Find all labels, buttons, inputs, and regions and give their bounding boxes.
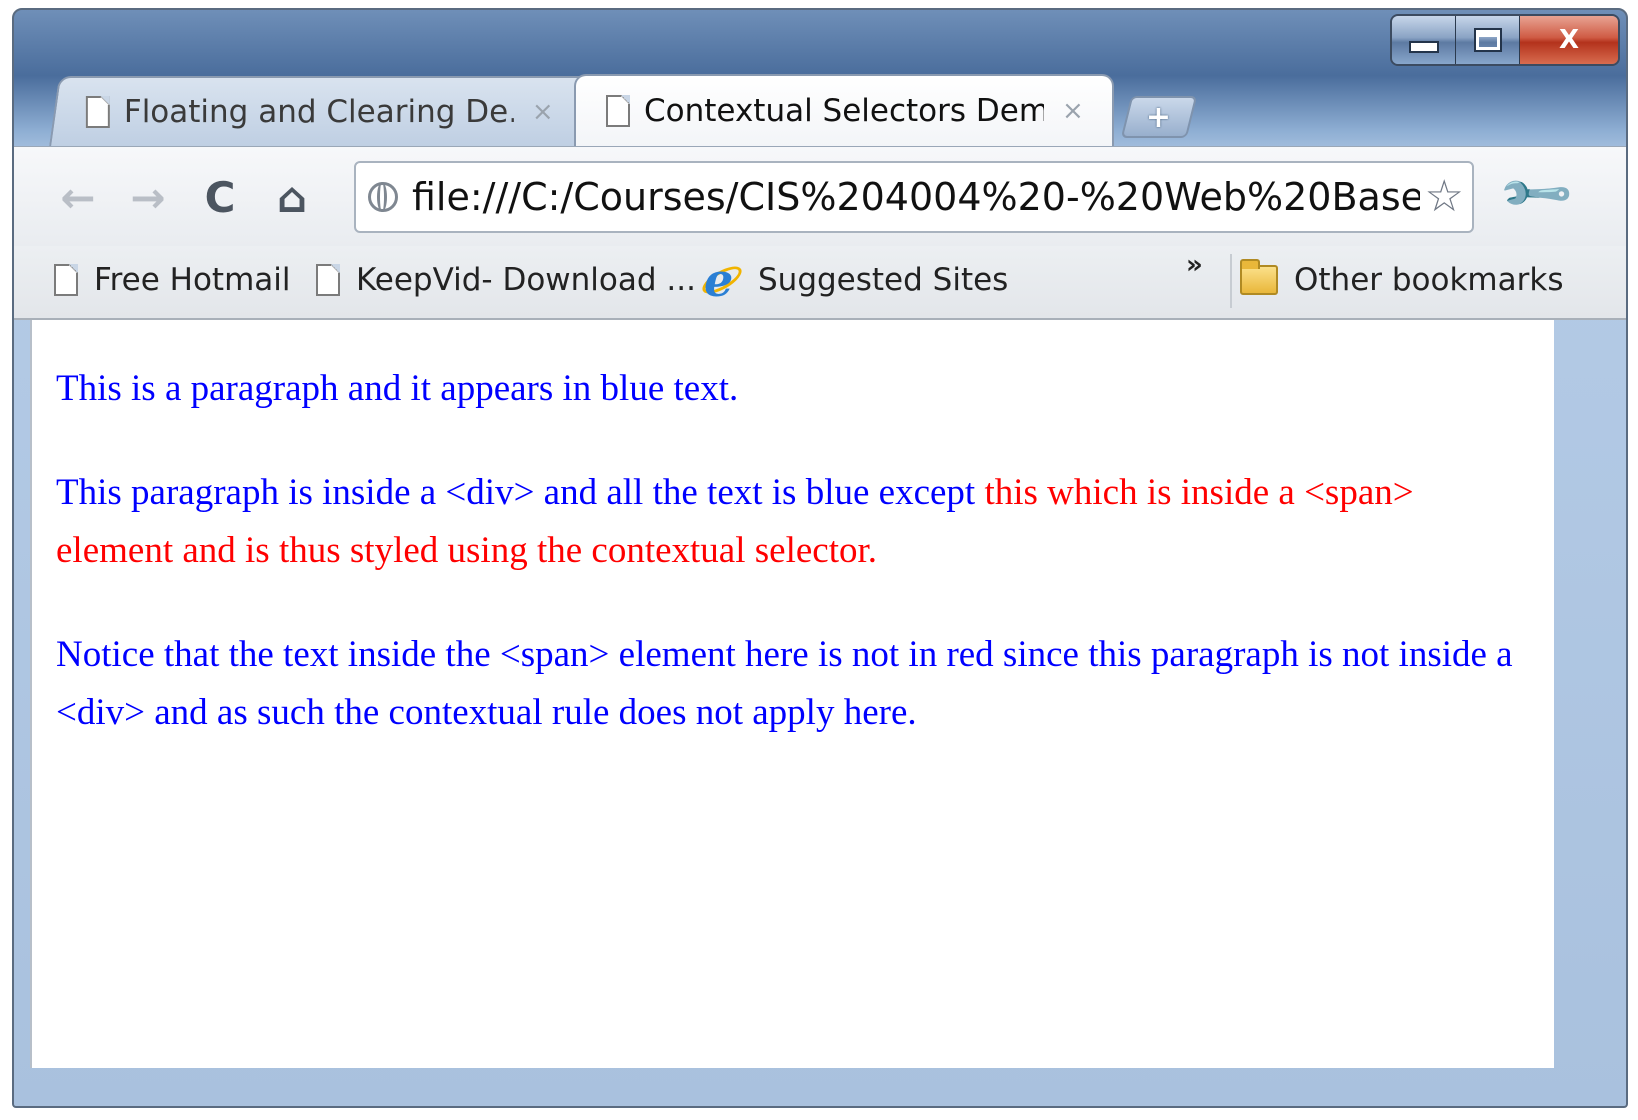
page-icon (316, 264, 340, 296)
home-button[interactable]: ⌂ (264, 169, 320, 225)
bookmark-free-hotmail[interactable]: Free Hotmail (54, 258, 291, 302)
bookmark-star-icon[interactable]: ☆ (1420, 173, 1464, 221)
bookmarks-overflow-chevron[interactable]: » (1186, 250, 1203, 280)
url-text[interactable]: file:///C:/Courses/CIS%204004%20-%20Web%… (412, 175, 1420, 219)
new-tab-button[interactable]: + (1120, 96, 1198, 138)
close-icon: X (1558, 25, 1580, 55)
bookmarks-separator (1230, 254, 1232, 308)
tab-close-icon[interactable]: × (1062, 96, 1084, 126)
page-icon (606, 95, 630, 127)
plus-icon: + (1146, 99, 1172, 135)
minimize-button[interactable] (1392, 16, 1456, 64)
reload-icon: C (204, 172, 236, 222)
bookmark-label: Free Hotmail (94, 262, 291, 298)
home-icon: ⌂ (276, 172, 308, 222)
paragraph-notice: Notice that the text inside the <span> e… (56, 634, 1513, 733)
ie-icon: e (698, 253, 746, 307)
page-icon (85, 96, 110, 128)
browser-window: X Floating and Clearing De... × Contextu… (12, 8, 1628, 1108)
reload-button[interactable]: C (192, 169, 248, 225)
bookmark-other-bookmarks[interactable]: Other bookmarks (1240, 258, 1563, 302)
forward-arrow-icon: → (130, 172, 166, 222)
tab-title: Floating and Clearing De... (123, 94, 514, 130)
minimize-icon (1408, 41, 1439, 53)
bookmark-label: Other bookmarks (1294, 262, 1564, 298)
tab-title: Contextual Selectors Demo (644, 93, 1044, 129)
tab-contextual-selectors[interactable]: Contextual Selectors Demo × (574, 74, 1114, 146)
blue-text: This paragraph is inside a <div> and all… (56, 472, 985, 513)
window-controls: X (1390, 14, 1620, 66)
maximize-button[interactable] (1456, 16, 1520, 64)
tab-floating-and-clearing[interactable]: Floating and Clearing De... × (49, 76, 619, 146)
bookmark-label: KeepVid- Download ... (356, 262, 696, 298)
folder-icon (1240, 259, 1278, 295)
bookmark-label: Suggested Sites (758, 262, 1009, 298)
back-button[interactable]: ← (50, 169, 106, 225)
page-content: This is a paragraph and it appears in bl… (30, 320, 1554, 1068)
maximize-icon (1475, 30, 1500, 50)
paragraph-blue: This is a paragraph and it appears in bl… (56, 368, 739, 409)
bookmark-suggested-sites[interactable]: e Suggested Sites (698, 253, 1009, 307)
bookmarks-bar: Free Hotmail KeepVid- Download ... e Sug… (14, 246, 1626, 320)
forward-button[interactable]: → (120, 169, 176, 225)
paragraph-in-div: This paragraph is inside a <div> and all… (56, 464, 1530, 580)
tab-strip: Floating and Clearing De... × Contextual… (14, 70, 1626, 146)
page-icon (54, 264, 78, 296)
globe-icon (368, 182, 398, 212)
address-bar[interactable]: file:///C:/Courses/CIS%204004%20-%20Web%… (354, 161, 1474, 233)
navigation-toolbar: ← → C ⌂ file:///C:/Courses/CIS%204004%20… (14, 146, 1626, 247)
bookmark-keepvid[interactable]: KeepVid- Download ... (316, 258, 696, 302)
back-arrow-icon: ← (60, 172, 96, 222)
close-window-button[interactable]: X (1520, 16, 1618, 64)
tab-close-icon[interactable]: × (532, 97, 554, 127)
wrench-icon[interactable]: 🔧 (1495, 152, 1578, 235)
